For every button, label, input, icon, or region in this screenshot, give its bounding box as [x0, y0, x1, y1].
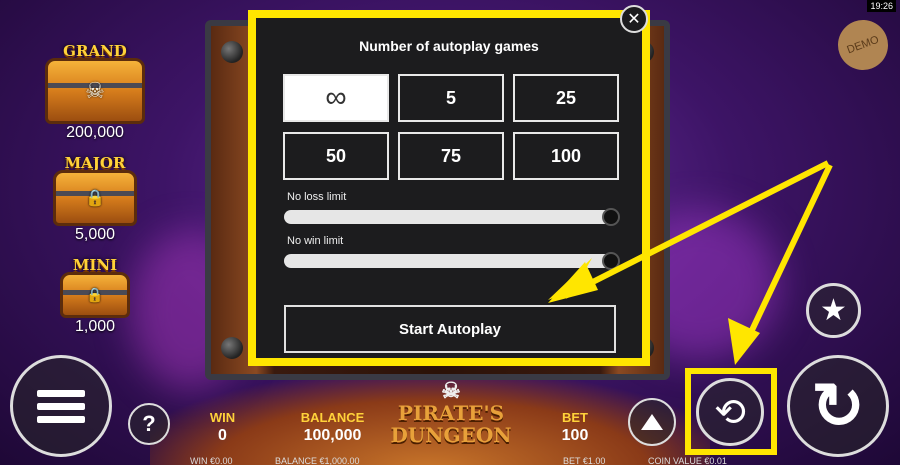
annotation-arrow-line — [742, 163, 833, 347]
annotation-arrow-head — [548, 262, 598, 303]
annotation-arrows — [548, 160, 833, 365]
annotation-arrow-line — [563, 160, 830, 299]
